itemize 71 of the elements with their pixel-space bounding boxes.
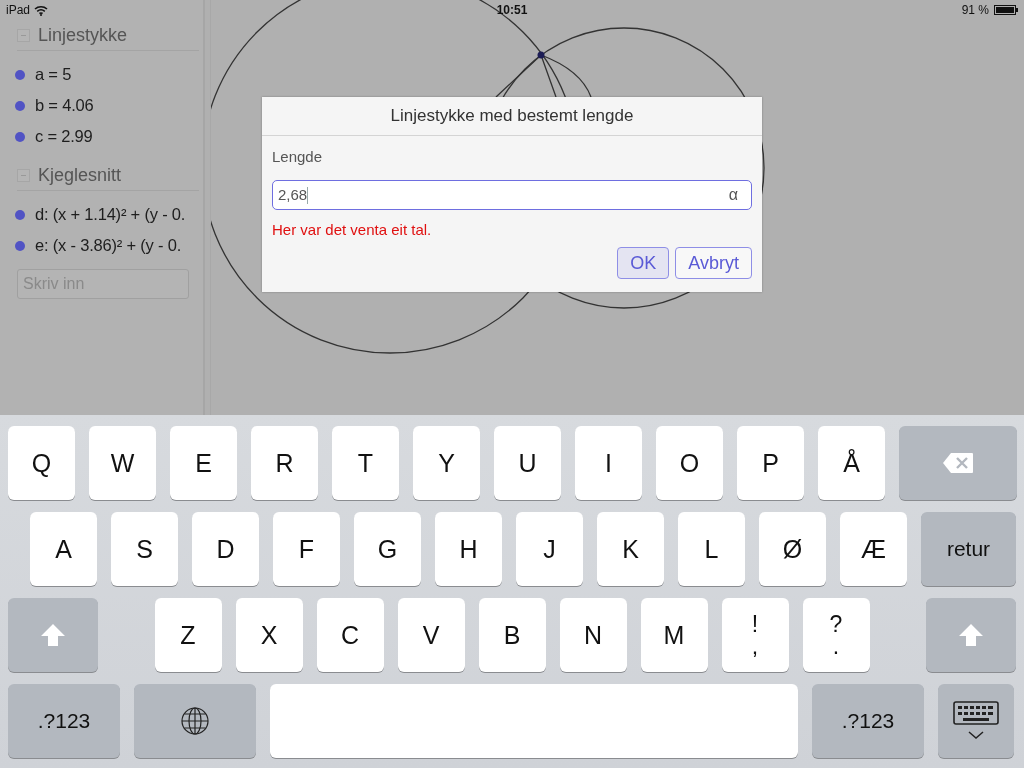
key[interactable]: I [575, 426, 642, 500]
key[interactable]: Æ [840, 512, 907, 586]
object-entry[interactable]: b = 4.06 [35, 96, 94, 115]
key[interactable]: F [273, 512, 340, 586]
input-field[interactable]: 2,68 α [272, 180, 752, 210]
symbol-button[interactable]: α [728, 179, 738, 211]
shift-icon [40, 623, 66, 647]
object-entry[interactable]: a = 5 [35, 65, 72, 84]
battery-percent: 91 % [961, 3, 989, 17]
object-entry[interactable]: d: (x + 1.14)² + (y - 0. [35, 205, 186, 224]
collapse-toggle[interactable] [17, 28, 30, 42]
shift-key[interactable] [926, 598, 1016, 672]
key[interactable]: J [516, 512, 583, 586]
key[interactable]: A [30, 512, 97, 586]
key[interactable]: R [251, 426, 318, 500]
visibility-dot[interactable] [15, 100, 25, 111]
numbers-key[interactable]: .?123 [812, 684, 924, 758]
key[interactable]: Y [413, 426, 480, 500]
keyboard-hide-icon [953, 701, 999, 741]
key[interactable]: S [111, 512, 178, 586]
key[interactable]: U [494, 426, 561, 500]
section-header: Kjeglesnitt [38, 164, 122, 186]
field-label: Lengde [272, 148, 324, 167]
key[interactable]: X [235, 598, 303, 672]
visibility-dot[interactable] [15, 240, 25, 251]
battery-icon [994, 5, 1018, 15]
key[interactable]: G [354, 512, 421, 586]
key[interactable]: O [656, 426, 723, 500]
device-name: iPad [6, 3, 31, 17]
backspace-key[interactable] [899, 426, 1017, 500]
key[interactable]: Q [8, 426, 75, 500]
return-key[interactable]: retur [921, 512, 1016, 586]
dialog-button[interactable]: Avbryt [675, 247, 752, 279]
backspace-icon [942, 452, 974, 474]
key[interactable]: C [316, 598, 384, 672]
key[interactable]: H [435, 512, 502, 586]
dialog-button[interactable]: OK [617, 247, 670, 279]
key[interactable]: Å [818, 426, 885, 500]
key[interactable]: N [559, 598, 627, 672]
key[interactable]: P [737, 426, 804, 500]
shift-icon [958, 623, 984, 647]
key[interactable]: ! , [721, 598, 789, 672]
key[interactable]: E [170, 426, 237, 500]
key[interactable]: Ø [759, 512, 826, 586]
visibility-dot[interactable] [15, 69, 25, 80]
object-entry[interactable]: e: (x - 3.86)² + (y - 0. [35, 236, 182, 255]
object-entry[interactable]: c = 2.99 [35, 127, 93, 146]
key[interactable]: D [192, 512, 259, 586]
key[interactable]: K [597, 512, 664, 586]
section-header: Linjestykke [38, 24, 128, 46]
visibility-dot[interactable] [15, 131, 25, 142]
globe-icon [180, 706, 210, 736]
key[interactable]: Z [154, 598, 222, 672]
key[interactable]: W [89, 426, 156, 500]
dialog-title: Linjestykke med bestemt lengde [390, 106, 634, 126]
collapse-toggle[interactable] [17, 168, 30, 182]
point-marker[interactable] [537, 51, 545, 59]
shift-key[interactable] [8, 598, 98, 672]
error-message: Her var det venta eit tal. [272, 221, 433, 238]
numbers-key[interactable]: .?123 [8, 684, 120, 758]
globe-key[interactable] [134, 684, 256, 758]
wifi-icon [34, 4, 49, 16]
hide-keyboard-key[interactable] [938, 684, 1014, 758]
key[interactable]: ? . [802, 598, 870, 672]
key[interactable]: B [478, 598, 546, 672]
key[interactable]: T [332, 426, 399, 500]
key[interactable]: V [397, 598, 465, 672]
visibility-dot[interactable] [15, 209, 25, 220]
key[interactable]: M [640, 598, 708, 672]
clock: 10:51 [496, 3, 528, 17]
key[interactable]: L [678, 512, 745, 586]
